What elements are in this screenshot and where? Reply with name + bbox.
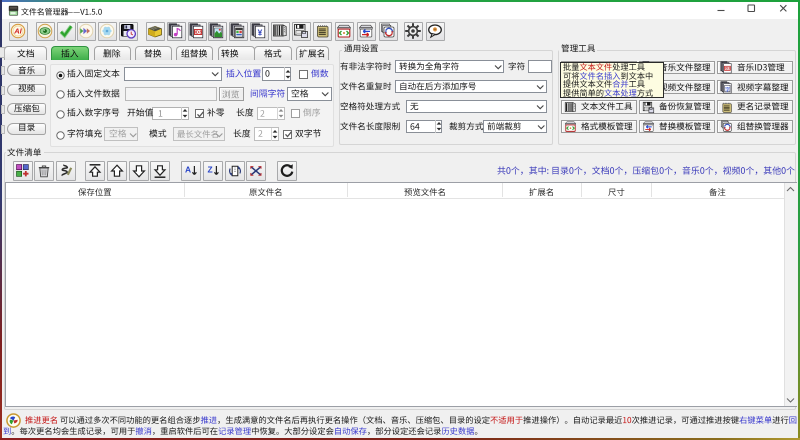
svg-text:AI: AI [13,27,22,36]
svg-text:A: A [185,165,191,175]
svg-text:Z: Z [207,165,212,175]
svg-text:ID3: ID3 [194,30,201,35]
svg-text:ID3: ID3 [724,67,730,71]
svg-text:¥: ¥ [258,27,263,37]
